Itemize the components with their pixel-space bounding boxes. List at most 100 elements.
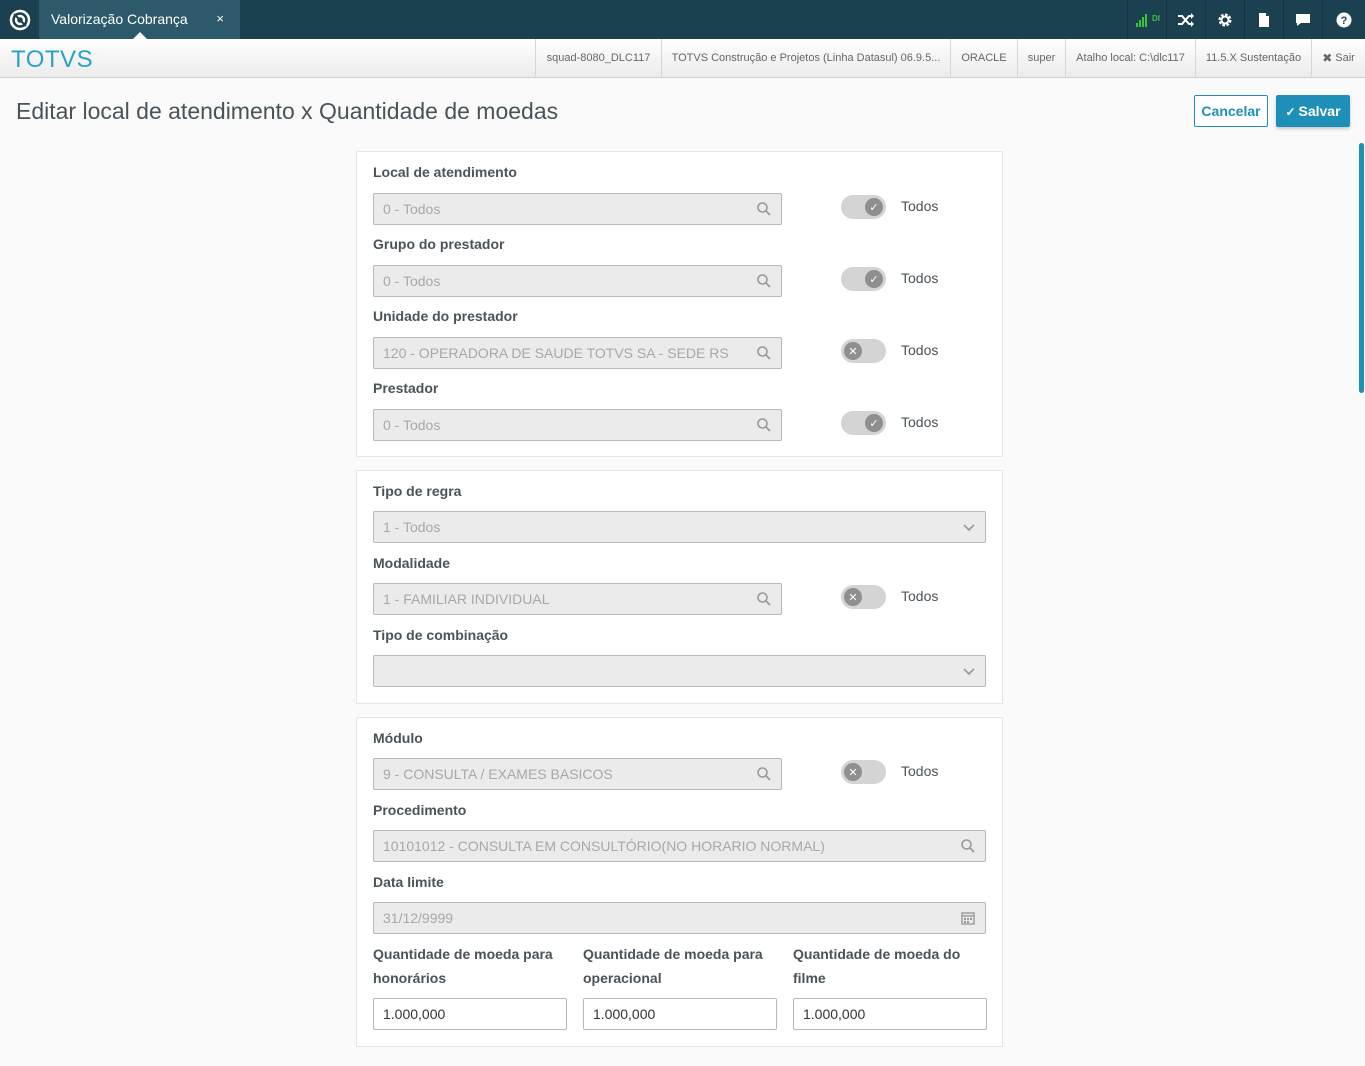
modulo-value: 9 - CONSULTA / EXAMES BASICOS: [383, 766, 613, 782]
procedimento-label: Procedimento: [373, 802, 467, 818]
save-button[interactable]: ✓ Salvar: [1276, 95, 1350, 127]
chat-icon: [1296, 13, 1310, 26]
modulo-todos-toggle[interactable]: ✕: [841, 760, 886, 784]
help-button[interactable]: ?: [1322, 0, 1365, 39]
exit-button[interactable]: ✖ Sair: [1311, 39, 1365, 77]
save-label: Salvar: [1298, 103, 1341, 119]
modalidade-todos-toggle[interactable]: ✕: [841, 585, 886, 609]
svg-text:?: ?: [1341, 15, 1348, 27]
data-limite-input[interactable]: 31/12/9999: [373, 902, 986, 934]
exit-label: Sair: [1335, 52, 1355, 64]
modulo-label: Módulo: [373, 730, 423, 746]
panel-rule: Tipo de regra 1 - Todos Modalidade 1 - F…: [356, 470, 1003, 704]
header-info-shortcut: Atalho local: C:\dlc117: [1065, 39, 1195, 77]
tipo-combinacao-label: Tipo de combinação: [373, 627, 509, 643]
qtd-filme-label-1: Quantidade de moeda do: [793, 946, 961, 962]
local-todos-toggle[interactable]: ✓: [841, 195, 886, 219]
modalidade-label: Modalidade: [373, 555, 451, 571]
modulo-input[interactable]: 9 - CONSULTA / EXAMES BASICOS: [373, 758, 782, 790]
grupo-input[interactable]: 0 - Todos: [373, 265, 782, 297]
chevron-down-icon: [963, 668, 975, 676]
check-icon: ✓: [1285, 105, 1296, 119]
signal-indicator[interactable]: DI: [1127, 0, 1166, 39]
search-icon[interactable]: [757, 346, 771, 360]
prestador-input[interactable]: 0 - Todos: [373, 409, 782, 441]
panel-provider: Local de atendimento 0 - Todos ✓ Todos G…: [356, 151, 1003, 457]
tipo-regra-value: 1 - Todos: [383, 519, 441, 535]
tipo-combinacao-select[interactable]: [373, 655, 986, 687]
modulo-todos-label: Todos: [901, 763, 939, 779]
header-info-user: super: [1017, 39, 1065, 77]
search-icon[interactable]: [961, 839, 975, 853]
search-icon[interactable]: [757, 274, 771, 288]
local-todos-label: Todos: [901, 198, 939, 214]
page-title: Editar local de atendimento x Quantidade…: [16, 98, 559, 124]
x-icon: ✕: [844, 763, 862, 781]
prestador-label: Prestador: [373, 380, 439, 396]
qtd-honorarios-input[interactable]: [373, 998, 567, 1030]
check-icon: ✓: [865, 270, 883, 288]
calendar-icon[interactable]: [961, 911, 975, 925]
header-info-version: 11.5.X Sustentação: [1195, 39, 1311, 77]
x-icon: ✕: [844, 588, 862, 606]
grupo-label: Grupo do prestador: [373, 236, 505, 252]
top-bar: Valorização Cobrança × DI ?: [0, 0, 1365, 39]
search-icon[interactable]: [757, 418, 771, 432]
scrollbar-thumb[interactable]: [1359, 143, 1364, 393]
qtd-filme-label-2: filme: [793, 970, 826, 986]
tab-valorizacao-cobranca[interactable]: Valorização Cobrança ×: [39, 0, 240, 39]
prestador-value: 0 - Todos: [383, 417, 441, 433]
unidade-todos-toggle[interactable]: ✕: [841, 339, 886, 363]
procedimento-value: 10101012 - CONSULTA EM CONSULTÓRIO(NO HO…: [383, 838, 825, 854]
document-icon: [1259, 12, 1269, 27]
qtd-honorarios-label-1: Quantidade de moeda para: [373, 946, 553, 962]
modalidade-todos-label: Todos: [901, 588, 939, 604]
unidade-value: 120 - OPERADORA DE SAUDE TOTVS SA - SEDE…: [383, 345, 729, 361]
tab-label: Valorização Cobrança: [51, 11, 188, 27]
procedimento-input[interactable]: 10101012 - CONSULTA EM CONSULTÓRIO(NO HO…: [373, 830, 986, 862]
header-bar: TOTVS squad-8080_DLC117 TOTVS Construção…: [0, 39, 1365, 78]
data-limite-label: Data limite: [373, 874, 444, 890]
app-logo-icon[interactable]: [0, 0, 39, 39]
tipo-regra-label: Tipo de regra: [373, 483, 462, 499]
signal-label: DI: [1152, 14, 1160, 23]
header-info-product: TOTVS Construção e Projetos (Linha Datas…: [661, 39, 950, 77]
qtd-operacional-input[interactable]: [583, 998, 777, 1030]
data-limite-value: 31/12/9999: [383, 910, 454, 926]
header-info-server: squad-8080_DLC117: [535, 39, 661, 77]
local-value: 0 - Todos: [383, 201, 441, 217]
shuffle-button[interactable]: [1166, 0, 1205, 39]
grupo-todos-label: Todos: [901, 270, 939, 286]
qtd-operacional-label-2: operacional: [583, 970, 662, 986]
qtd-filme-input[interactable]: [793, 998, 987, 1030]
prestador-todos-label: Todos: [901, 414, 939, 430]
unidade-label: Unidade do prestador: [373, 308, 518, 324]
x-icon: ✕: [844, 342, 862, 360]
check-icon: ✓: [865, 198, 883, 216]
prestador-todos-toggle[interactable]: ✓: [841, 411, 886, 435]
close-icon: ✖: [1322, 51, 1333, 65]
header-info-database: ORACLE: [950, 39, 1017, 77]
help-icon: ?: [1336, 12, 1352, 27]
document-button[interactable]: [1244, 0, 1283, 39]
unidade-todos-label: Todos: [901, 342, 939, 358]
search-icon[interactable]: [757, 767, 771, 781]
tab-close-icon[interactable]: ×: [216, 11, 224, 26]
tipo-regra-select[interactable]: 1 - Todos: [373, 511, 986, 543]
modalidade-input[interactable]: 1 - FAMILIAR INDIVIDUAL: [373, 583, 782, 615]
grupo-todos-toggle[interactable]: ✓: [841, 267, 886, 291]
cancel-button[interactable]: Cancelar: [1194, 95, 1268, 127]
qtd-operacional-label-1: Quantidade de moeda para: [583, 946, 763, 962]
local-input[interactable]: 0 - Todos: [373, 193, 782, 225]
panel-procedure: Módulo 9 - CONSULTA / EXAMES BASICOS ✕ T…: [356, 717, 1003, 1047]
check-icon: ✓: [865, 414, 883, 432]
qtd-honorarios-label-2: honorários: [373, 970, 447, 986]
brand-logo: TOTVS: [11, 46, 94, 73]
settings-button[interactable]: [1205, 0, 1244, 39]
chat-button[interactable]: [1283, 0, 1322, 39]
modalidade-value: 1 - FAMILIAR INDIVIDUAL: [383, 591, 550, 607]
chevron-down-icon: [963, 524, 975, 532]
search-icon[interactable]: [757, 202, 771, 216]
search-icon[interactable]: [757, 592, 771, 606]
unidade-input[interactable]: 120 - OPERADORA DE SAUDE TOTVS SA - SEDE…: [373, 337, 782, 369]
